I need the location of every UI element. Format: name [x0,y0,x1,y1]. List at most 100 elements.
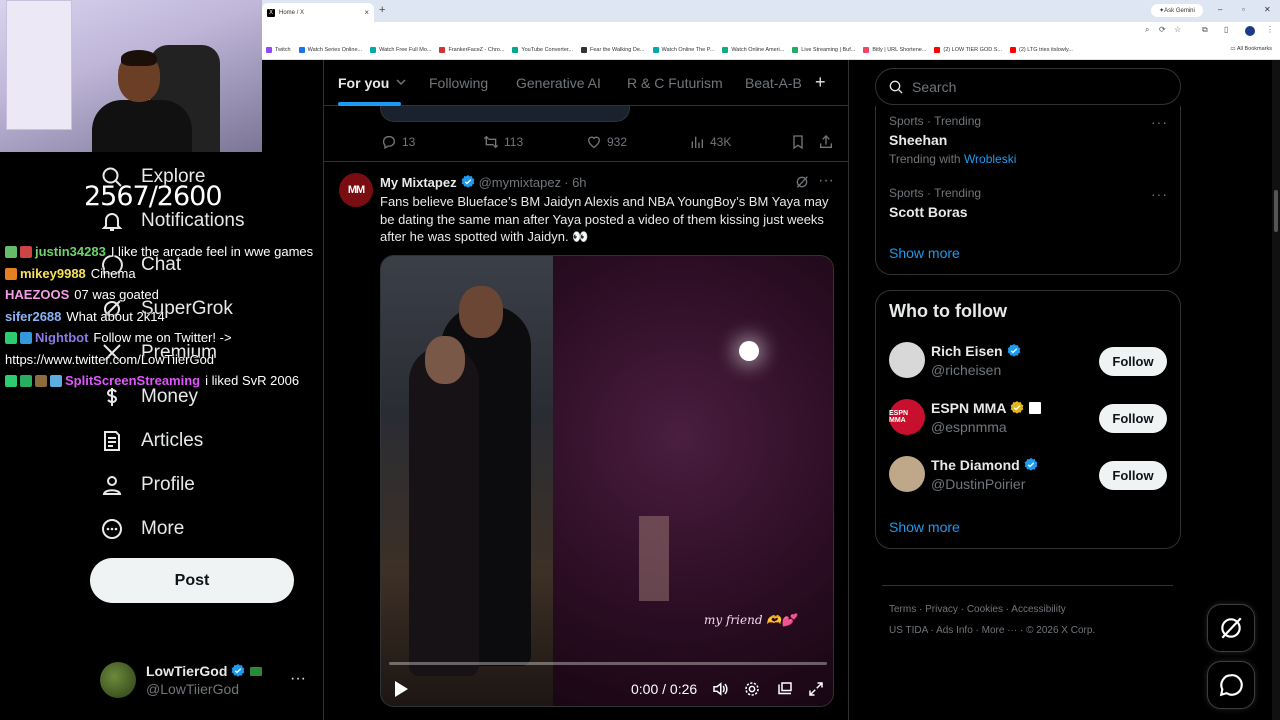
verified-badge-icon [1011,400,1024,414]
avatar[interactable]: MM [339,173,373,207]
reload-icon[interactable]: ⟳ [1159,25,1166,34]
bookmark-item[interactable]: Watch Free Full Mo... [370,46,431,53]
messages-fab-button[interactable] [1207,661,1255,709]
chat-badge-icon [5,332,17,344]
search-input[interactable]: Search [875,68,1181,105]
close-tab-icon[interactable]: × [364,8,369,17]
sidebar-icon[interactable]: ▯ [1224,25,1228,34]
bookmark-item[interactable]: FrankerFaceZ - Chro... [439,46,504,53]
add-tab-button[interactable]: + [815,72,826,93]
grok-fab-button[interactable] [1207,604,1255,652]
zoom-icon[interactable]: ⌕ [1145,25,1149,35]
bookmark-item[interactable]: (2) LOW TIER GOD S... [934,46,1002,53]
follow-suggestion[interactable]: ESPN MMA ESPN MMA @espnmma [889,399,1042,435]
volume-icon[interactable] [711,680,729,698]
chat-text: Cinema [90,265,136,281]
bookmark-item[interactable]: (2) LTG tries itslowly... [1010,46,1073,53]
reply-button[interactable]: 13 [381,134,415,150]
profile-avatar-icon[interactable] [1245,26,1255,36]
chat-text: What about 2k14 [66,308,165,324]
picture-in-picture-icon[interactable] [776,680,794,698]
bookmark-item[interactable]: Live Streaming | Buf... [792,46,855,53]
tab-for-you[interactable]: For you [338,75,406,91]
new-tab-button[interactable]: + [379,4,385,16]
tweet-author-name[interactable]: My Mixtapez [380,175,457,190]
chat-username: justin34283 [35,244,106,259]
minimize-icon[interactable]: – [1218,5,1222,14]
nav-item-articles[interactable]: Articles [100,426,203,456]
share-button[interactable] [818,134,839,150]
footer-link[interactable]: More ··· [982,625,1018,636]
kebab-menu-icon[interactable]: ⋮ [1266,25,1274,34]
browser-toolbar: ⌕ ⟳ ☆ ⧉ ▯ ⋮ [262,22,1280,40]
account-handle: @espnmma [931,418,1007,435]
video-caption: my friend 🫶💕 [704,613,797,627]
maximize-icon[interactable]: ▫ [1242,5,1245,14]
follow-suggestion[interactable]: Rich Eisen @richeisen [889,342,1022,378]
bookmark-item[interactable]: YouTube Converter... [512,46,573,53]
views-button[interactable]: 43K [689,134,731,150]
play-icon[interactable] [393,680,409,698]
bookmark-item[interactable]: Fear the Walking De... [581,46,645,53]
trend-more-icon[interactable]: ··· [1151,186,1168,202]
nav-item-profile[interactable]: Profile [100,470,195,500]
ask-gemini-button[interactable]: ✦ Ask Gemini [1151,4,1203,17]
repost-button[interactable]: 113 [483,134,523,150]
extensions-icon[interactable]: ⧉ [1202,25,1208,35]
trend-item[interactable]: Sports · Trending Sheehan Trending with … [889,114,1016,166]
follow-button[interactable]: Follow [1099,461,1167,490]
footer-link[interactable]: Ads Info [936,625,973,636]
bookmark-button[interactable] [790,134,811,150]
video-time: 0:00 / 0:26 [631,681,698,697]
browser-tab[interactable]: X Home / X × [262,3,374,22]
follow-suggestion[interactable]: The Diamond @DustinPoirier [889,456,1039,492]
account-switcher[interactable]: LowTierGod @LowTiierGod [100,662,263,698]
tweet-author-handle[interactable]: @mymixtapez [479,175,562,190]
bookmark-item[interactable]: Watch Online Ameri... [722,46,784,53]
chat-message: justin34283 I like the arcade feel in wwe… [5,241,335,263]
window-close-icon[interactable]: ✕ [1264,5,1271,14]
trend-more-icon[interactable]: ··· [1151,114,1168,130]
bookmark-item[interactable]: Bitly | URL Shortene... [863,46,926,53]
settings-gear-icon[interactable] [743,680,761,698]
account-more-icon[interactable]: ··· [290,670,306,688]
trend-with-link[interactable]: Wrobleski [964,152,1016,166]
footer-link[interactable]: Privacy [925,604,958,615]
bookmark-item[interactable]: Watch Online The P... [652,46,714,53]
trend-item[interactable]: Sports · Trending Scott Boras [889,186,981,220]
star-icon[interactable]: ☆ [1174,25,1181,34]
footer-link[interactable]: Terms [889,604,916,615]
tab-r-c-futurism[interactable]: R & C Futurism [627,75,723,91]
post-button[interactable]: Post [90,558,294,603]
tweet-header: My Mixtapez @mymixtapez · 6h [380,174,587,190]
follow-button[interactable]: Follow [1099,404,1167,433]
tweet-time[interactable]: · 6h [564,175,586,190]
like-button[interactable]: 932 [586,134,627,150]
footer-link[interactable]: Accessibility [1011,604,1065,615]
follow-button[interactable]: Follow [1099,347,1167,376]
tab-beat-a-b[interactable]: Beat-A-B [745,75,802,91]
nav-item-more[interactable]: More [100,514,184,544]
show-more-follow-link[interactable]: Show more [889,519,960,535]
scrollbar-thumb[interactable] [1274,190,1278,232]
bell-icon [100,209,124,233]
bookmark-favicon-icon [652,46,659,53]
fullscreen-icon[interactable] [807,680,825,698]
show-more-trends-link[interactable]: Show more [889,245,960,261]
previous-post-media[interactable] [380,106,630,122]
page-scrollbar[interactable] [1272,60,1280,720]
tweet-more-icon[interactable]: ··· [818,172,834,190]
footer-link[interactable]: Cookies [967,604,1003,615]
bookmark-item[interactable]: Watch Series Online... [298,46,362,53]
footer-link[interactable]: © 2026 X Corp. [1026,625,1095,636]
all-bookmarks[interactable]: ▭ All Bookmarks [1230,46,1272,52]
bookmark-item[interactable]: Twitch [266,46,291,53]
footer-link[interactable]: US TIDA [889,625,928,636]
video-progress-bar[interactable] [389,662,827,665]
video-face-1 [459,286,503,338]
tab-following[interactable]: Following [429,75,488,91]
tab-generative-ai[interactable]: Generative AI [516,75,601,91]
verified-badge-icon [1007,343,1020,357]
grok-button[interactable] [794,174,815,190]
tweet-video[interactable]: my friend 🫶💕 0:00 / 0:26 [380,255,834,707]
